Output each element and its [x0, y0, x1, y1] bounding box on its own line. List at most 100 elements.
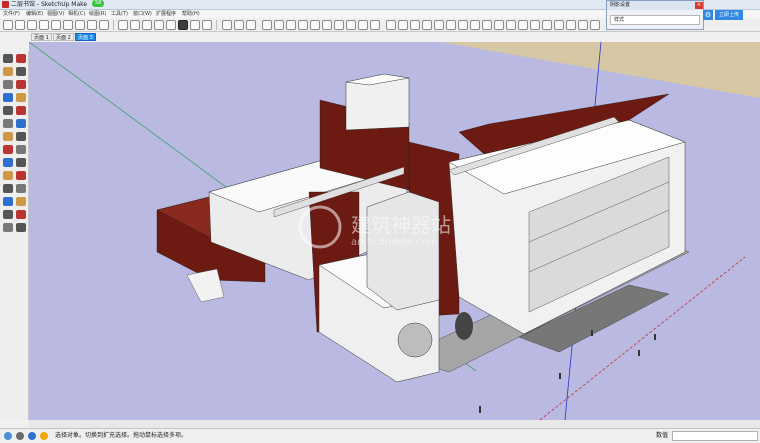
section-cut-icon[interactable] [246, 20, 256, 30]
menu-help[interactable]: 帮助(H) [182, 10, 200, 18]
text-tool-icon[interactable] [16, 158, 26, 167]
zoom-extents-tool-icon[interactable] [3, 210, 13, 219]
measurements-input[interactable] [672, 431, 758, 441]
plugin-tool-22-icon[interactable] [518, 20, 528, 30]
plugin-tool-18-icon[interactable] [470, 20, 480, 30]
menu-edit[interactable]: 编辑(E) [26, 10, 43, 18]
plugin-tool-26-icon[interactable] [566, 20, 576, 30]
plugin-tool-4-icon[interactable] [298, 20, 308, 30]
textured-style-icon[interactable] [166, 20, 176, 30]
arc-tool-icon[interactable] [3, 93, 13, 102]
plugin-tool-8-icon[interactable] [346, 20, 356, 30]
select-tool-icon[interactable] [3, 54, 13, 63]
help-icon[interactable] [40, 432, 48, 440]
plugin-tool-5-icon[interactable] [310, 20, 320, 30]
upload-button[interactable]: 立即上传 [715, 10, 743, 20]
plugin-tool-17-icon[interactable] [458, 20, 468, 30]
back-edges-icon[interactable] [190, 20, 200, 30]
plugin-tool-7-icon[interactable] [334, 20, 344, 30]
user-account-icon[interactable] [28, 432, 36, 440]
select-tool-icon[interactable] [3, 20, 13, 30]
dialog-close-button[interactable]: × [695, 2, 703, 9]
plugin-tool-16-icon[interactable] [446, 20, 456, 30]
plugin-tool-1-icon[interactable] [262, 20, 272, 30]
plugin-tool-9-icon[interactable] [358, 20, 368, 30]
zoom-tool-icon[interactable] [3, 197, 13, 206]
monochrome-style-icon[interactable] [178, 20, 188, 30]
push-pull-tool-icon[interactable] [3, 106, 13, 115]
paint-bucket-tool-icon[interactable] [3, 67, 13, 76]
circle-tool-icon[interactable] [16, 80, 26, 89]
line-tool-icon[interactable] [39, 20, 49, 30]
follow-me-tool-icon[interactable] [16, 106, 26, 115]
xray-style-icon[interactable] [118, 20, 128, 30]
credits-icon[interactable] [16, 432, 24, 440]
menu-window[interactable]: 窗口(W) [133, 10, 152, 18]
dialog-style-row[interactable]: 样式 [610, 15, 700, 25]
plugin-tool-28-icon[interactable] [590, 20, 600, 30]
scene-tab-3[interactable]: 页面 3 [75, 33, 96, 41]
back-view-icon[interactable] [99, 20, 109, 30]
section-tool-icon[interactable] [16, 223, 26, 232]
tape-measure-tool-icon[interactable] [3, 145, 13, 154]
paint-tool-icon[interactable] [27, 20, 37, 30]
menu-tools[interactable]: 工具(T) [111, 10, 128, 18]
geo-location-icon[interactable] [4, 432, 12, 440]
settings-gear-icon[interactable]: ⚙ [703, 10, 713, 20]
arc-2-tool-icon[interactable] [16, 93, 26, 102]
walk-tool-icon[interactable] [16, 210, 26, 219]
plugin-tool-20-icon[interactable] [494, 20, 504, 30]
shadow-toggle-icon[interactable] [202, 20, 212, 30]
display-section-icon[interactable] [234, 20, 244, 30]
orbit-tool-icon[interactable] [3, 184, 13, 193]
rotate-tool-icon[interactable] [16, 119, 26, 128]
pencil-tool-icon[interactable] [16, 67, 26, 76]
plugin-tool-3-icon[interactable] [286, 20, 296, 30]
home-view-icon[interactable] [63, 20, 73, 30]
eraser-tool-icon[interactable] [16, 54, 26, 63]
axes-tool-icon[interactable] [3, 171, 13, 180]
menu-extensions[interactable]: 扩展程序 [156, 10, 176, 18]
zoom-window-tool-icon[interactable] [16, 197, 26, 206]
shaded-style-icon[interactable] [154, 20, 164, 30]
3d-text-tool-icon[interactable] [16, 171, 26, 180]
plugin-tool-10-icon[interactable] [370, 20, 380, 30]
look-around-tool-icon[interactable] [3, 223, 13, 232]
model-viewport[interactable]: 建筑神器站 archcomeon.com [29, 42, 760, 420]
pan-tool-icon[interactable] [16, 184, 26, 193]
offset-tool-icon[interactable] [16, 132, 26, 141]
plugin-tool-15-icon[interactable] [434, 20, 444, 30]
plugin-tool-14-icon[interactable] [422, 20, 432, 30]
plugin-tool-19-icon[interactable] [482, 20, 492, 30]
plugin-tool-13-icon[interactable] [410, 20, 420, 30]
right-view-icon[interactable] [87, 20, 97, 30]
notification-badge[interactable]: 58 [92, 0, 105, 7]
section-plane-icon[interactable] [222, 20, 232, 30]
plugin-tool-6-icon[interactable] [322, 20, 332, 30]
plugin-tool-11-icon[interactable] [386, 20, 396, 30]
hidden-line-style-icon[interactable] [142, 20, 152, 30]
shadow-settings-dialog[interactable]: 阴影设置 × 样式 [606, 0, 704, 30]
menu-file[interactable]: 文件(F) [3, 10, 20, 18]
rectangle-tool-icon[interactable] [3, 80, 13, 89]
wireframe-style-icon[interactable] [130, 20, 140, 30]
menu-camera[interactable]: 相机(C) [68, 10, 85, 18]
menu-view[interactable]: 视图(V) [47, 10, 64, 18]
protractor-tool-icon[interactable] [16, 145, 26, 154]
plugin-tool-12-icon[interactable] [398, 20, 408, 30]
move-tool-icon[interactable] [3, 119, 13, 128]
scale-tool-icon[interactable] [3, 132, 13, 141]
scene-tab-1[interactable]: 页面 1 [31, 33, 52, 41]
plugin-tool-24-icon[interactable] [542, 20, 552, 30]
plugin-tool-23-icon[interactable] [530, 20, 540, 30]
eraser-tool-icon[interactable] [15, 20, 25, 30]
plugin-tool-2-icon[interactable] [274, 20, 284, 30]
horizontal-scrollbar[interactable] [29, 420, 760, 428]
plugin-tool-27-icon[interactable] [578, 20, 588, 30]
dimension-tool-icon[interactable] [3, 158, 13, 167]
front-view-icon[interactable] [75, 20, 85, 30]
plugin-tool-25-icon[interactable] [554, 20, 564, 30]
plugin-tool-21-icon[interactable] [506, 20, 516, 30]
scene-tab-2[interactable]: 页面 2 [53, 33, 74, 41]
rectangle-tool-icon[interactable] [51, 20, 61, 30]
